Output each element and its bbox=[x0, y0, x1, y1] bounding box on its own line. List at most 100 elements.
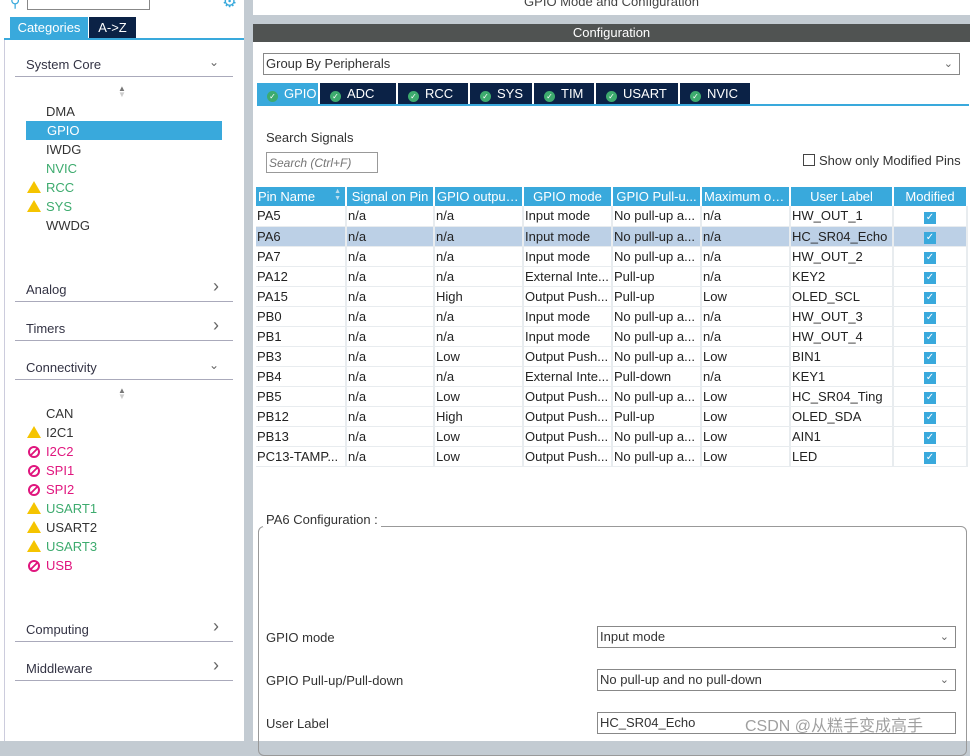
modified-checkbox[interactable]: ✓ bbox=[924, 292, 936, 304]
check-circle-icon: ✓ bbox=[408, 91, 419, 102]
field-label: User Label bbox=[266, 716, 329, 731]
column-header[interactable]: User Label bbox=[790, 187, 894, 206]
field-select[interactable]: No pull-up and no pull-down ⌄ bbox=[597, 669, 956, 691]
peripheral-sys[interactable]: SYS bbox=[46, 199, 72, 214]
modified-checkbox[interactable]: ✓ bbox=[924, 452, 936, 464]
column-header[interactable]: Maximum ou... bbox=[701, 187, 791, 206]
table-cell: No pull-up a... bbox=[612, 446, 702, 467]
peripheral-iwdg[interactable]: IWDG bbox=[46, 142, 81, 157]
peripheral-usart3[interactable]: USART3 bbox=[46, 539, 97, 554]
table-row[interactable]: PA12 n/a n/a External Inte... Pull-up n/a KEY2… bbox=[256, 266, 968, 287]
table-row[interactable]: PA5 n/a n/a Input mode No pull-up a... n/a HW_… bbox=[256, 206, 968, 227]
gear-icon[interactable]: ⚙ bbox=[222, 0, 237, 12]
table-row[interactable]: PB12 n/a High Output Push... Pull-up Low OLED_… bbox=[256, 406, 968, 427]
peripheral-spi2[interactable]: SPI2 bbox=[46, 482, 74, 497]
table-row[interactable]: PA6 n/a n/a Input mode No pull-up a... n/a HC_… bbox=[256, 226, 968, 247]
column-header[interactable]: GPIO mode bbox=[523, 187, 613, 206]
mode-title: GPIO Mode and Configuration bbox=[524, 0, 699, 9]
table-cell: Low bbox=[701, 426, 791, 447]
modified-checkbox[interactable]: ✓ bbox=[924, 392, 936, 404]
peripheral-usart2[interactable]: USART2 bbox=[46, 520, 97, 535]
modified-checkbox[interactable]: ✓ bbox=[924, 312, 936, 324]
tab-adc[interactable]: ✓ ADC bbox=[320, 83, 396, 104]
column-header[interactable]: GPIO Pull-u... bbox=[612, 187, 702, 206]
peripheral-i2c2[interactable]: I2C2 bbox=[46, 444, 73, 459]
modified-checkbox[interactable]: ✓ bbox=[924, 211, 936, 224]
modified-checkbox[interactable]: ✓ bbox=[924, 432, 936, 444]
table-row[interactable]: PB0 n/a n/a Input mode No pull-up a... n/a HW_… bbox=[256, 306, 968, 327]
table-cell: Low bbox=[434, 446, 524, 467]
category-computing[interactable]: Computing › bbox=[26, 616, 231, 642]
category-system-core[interactable]: System Core ⌄ bbox=[26, 55, 231, 77]
table-row[interactable]: PA7 n/a n/a Input mode No pull-up a... n/a HW_… bbox=[256, 246, 968, 267]
modified-checkbox[interactable]: ✓ bbox=[924, 232, 936, 244]
tab-sys[interactable]: ✓ SYS bbox=[470, 83, 532, 104]
modified-checkbox[interactable]: ✓ bbox=[924, 332, 936, 344]
tab-a-z[interactable]: A->Z bbox=[89, 17, 136, 38]
table-cell: HC_SR04_Ting bbox=[790, 386, 894, 407]
tab-rcc[interactable]: ✓ RCC bbox=[398, 83, 468, 104]
table-row[interactable]: PB5 n/a Low Output Push... No pull-up a... Lo… bbox=[256, 386, 968, 407]
tab-label: ADC bbox=[347, 86, 375, 101]
chevron-right-icon: › bbox=[213, 616, 219, 636]
table-row[interactable]: PC13-TAMP... n/a Low Output Push... No pull-… bbox=[256, 446, 968, 467]
tab-tim[interactable]: ✓ TIM bbox=[534, 83, 594, 104]
table-cell: HW_OUT_3 bbox=[790, 306, 894, 327]
table-row[interactable]: PB1 n/a n/a Input mode No pull-up a... n/a HW_… bbox=[256, 326, 968, 347]
table-row[interactable]: PA15 n/a High Output Push... Pull-up Low OLED_… bbox=[256, 286, 968, 307]
table-cell: Pull-down bbox=[612, 366, 702, 387]
table-cell: n/a bbox=[701, 266, 791, 287]
sort-icon[interactable]: ▲ ▼ bbox=[118, 387, 126, 401]
show-modified-checkbox[interactable] bbox=[803, 154, 815, 166]
peripheral-gpio[interactable]: GPIO bbox=[47, 123, 80, 138]
peripheral-search-input[interactable] bbox=[27, 0, 150, 10]
search-icon[interactable]: ⚲ bbox=[10, 0, 20, 11]
tab-label: TIM bbox=[561, 86, 584, 101]
category-timers[interactable]: Timers › bbox=[26, 315, 231, 341]
modified-checkbox[interactable]: ✓ bbox=[924, 352, 936, 364]
tab-categories[interactable]: Categories bbox=[10, 17, 88, 38]
column-header[interactable]: GPIO output... bbox=[434, 187, 524, 206]
modified-checkbox[interactable]: ✓ bbox=[924, 372, 936, 384]
table-row[interactable]: PB4 n/a n/a External Inte... Pull-down n/a KEY… bbox=[256, 366, 968, 387]
tab-nvic[interactable]: ✓ NVIC bbox=[680, 83, 750, 104]
group-by-select[interactable]: Group By Peripherals ⌄ bbox=[263, 53, 960, 75]
modified-checkbox[interactable]: ✓ bbox=[924, 412, 936, 424]
category-label: Middleware bbox=[26, 661, 93, 676]
tab-usart[interactable]: ✓ USART bbox=[596, 83, 678, 104]
modified-checkbox[interactable]: ✓ bbox=[924, 272, 936, 284]
modified-cell: ✓ bbox=[893, 286, 968, 307]
table-cell: KEY2 bbox=[790, 266, 894, 287]
table-cell: PB3 bbox=[256, 346, 347, 367]
peripheral-i2c1[interactable]: I2C1 bbox=[46, 425, 73, 440]
column-header[interactable]: Signal on Pin bbox=[346, 187, 435, 206]
peripheral-nvic[interactable]: NVIC bbox=[46, 161, 77, 176]
peripheral-wwdg[interactable]: WWDG bbox=[46, 218, 90, 233]
modified-checkbox[interactable]: ✓ bbox=[924, 252, 936, 264]
category-connectivity[interactable]: Connectivity ⌄ bbox=[26, 358, 231, 380]
peripheral-dma[interactable]: DMA bbox=[46, 104, 75, 119]
peripheral-spi1[interactable]: SPI1 bbox=[46, 463, 74, 478]
peripheral-can[interactable]: CAN bbox=[46, 406, 73, 421]
sort-icon[interactable]: ▲ ▼ bbox=[334, 188, 341, 202]
category-analog[interactable]: Analog › bbox=[26, 276, 231, 302]
column-header[interactable]: Pin Name ▲ ▼ bbox=[256, 187, 347, 206]
category-middleware[interactable]: Middleware › bbox=[26, 655, 231, 681]
peripheral-rcc[interactable]: RCC bbox=[46, 180, 74, 195]
tab-gpio[interactable]: ✓ GPIO bbox=[257, 83, 318, 104]
peripheral-usb[interactable]: USB bbox=[46, 558, 73, 573]
field-select[interactable]: Input mode ⌄ bbox=[597, 626, 956, 648]
table-cell: n/a bbox=[701, 206, 791, 227]
category-label: Timers bbox=[26, 321, 66, 336]
peripheral-usart1[interactable]: USART1 bbox=[46, 501, 97, 516]
column-header[interactable]: Modified bbox=[893, 187, 968, 206]
table-cell: No pull-up a... bbox=[612, 206, 702, 227]
sort-icon[interactable]: ▲ ▼ bbox=[118, 85, 126, 99]
search-signals-input[interactable] bbox=[266, 152, 378, 173]
table-cell: HW_OUT_1 bbox=[790, 206, 894, 227]
modified-cell: ✓ bbox=[893, 226, 968, 247]
table-row[interactable]: PB3 n/a Low Output Push... No pull-up a... Lo… bbox=[256, 346, 968, 367]
check-circle-icon: ✓ bbox=[480, 91, 491, 102]
table-cell: n/a bbox=[346, 266, 435, 287]
table-row[interactable]: PB13 n/a Low Output Push... No pull-up a... L… bbox=[256, 426, 968, 447]
